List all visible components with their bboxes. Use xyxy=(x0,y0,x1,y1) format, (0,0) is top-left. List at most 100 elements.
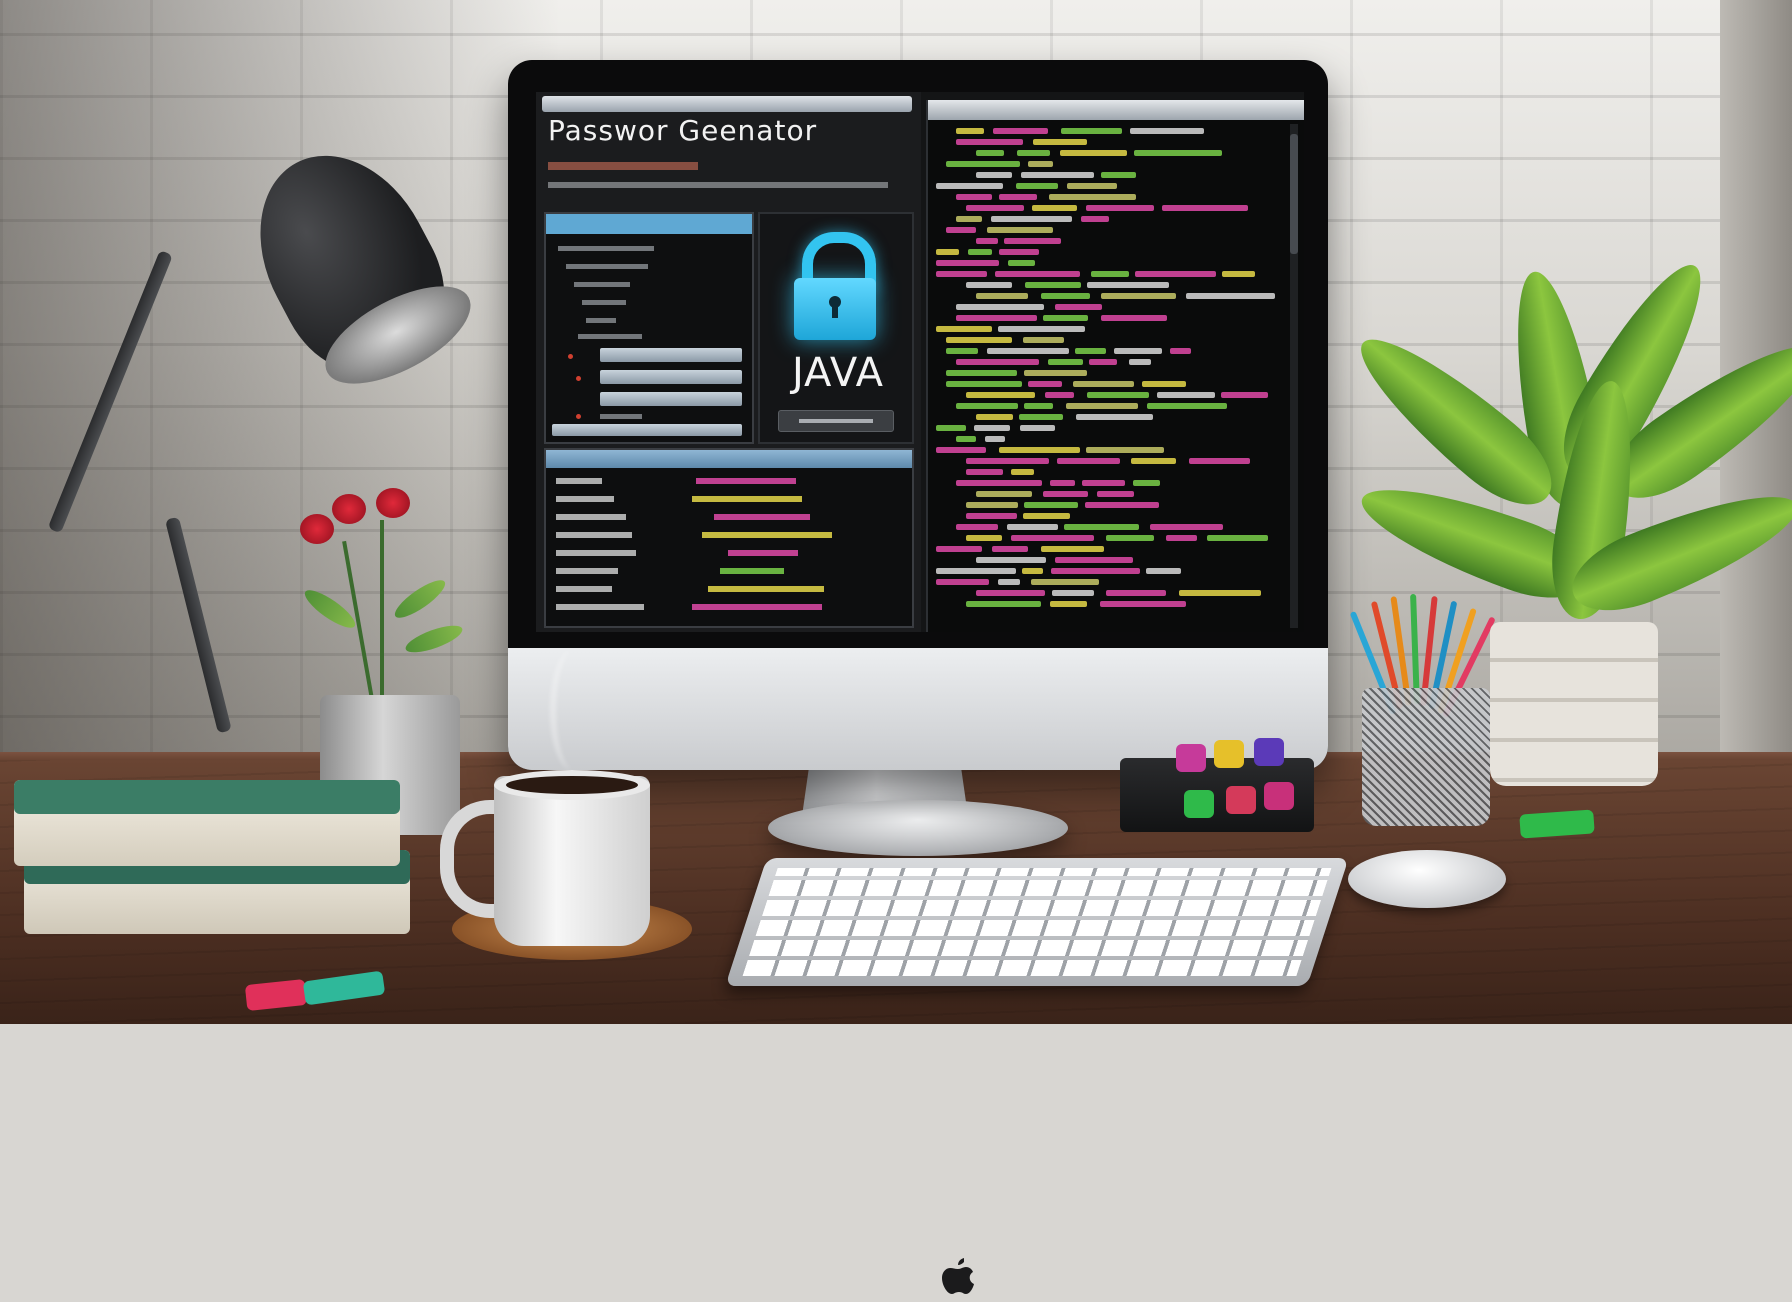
book xyxy=(14,780,400,866)
code-token xyxy=(976,238,998,244)
code-token xyxy=(946,348,978,354)
code-editor-window xyxy=(926,100,1304,632)
code-token xyxy=(1050,601,1087,607)
code-token xyxy=(1024,502,1078,508)
code-token xyxy=(1179,590,1261,596)
code-token xyxy=(936,260,999,266)
option-text xyxy=(574,282,630,287)
output-label xyxy=(556,586,612,592)
book-cover xyxy=(14,780,400,815)
code-token xyxy=(936,568,1016,574)
code-token xyxy=(956,139,1023,145)
code-token xyxy=(1089,359,1117,365)
code-token xyxy=(966,205,1024,211)
code-token xyxy=(936,249,959,255)
code-token xyxy=(1045,392,1074,398)
code-token xyxy=(1004,238,1061,244)
code-token xyxy=(1041,293,1090,299)
code-token xyxy=(1146,568,1181,574)
app-description-line xyxy=(548,182,888,188)
code-token xyxy=(1050,480,1075,486)
code-token xyxy=(966,469,1003,475)
code-token xyxy=(1101,172,1136,178)
coffee xyxy=(506,776,638,794)
code-token xyxy=(976,557,1046,563)
code-token xyxy=(1097,491,1134,497)
editor-scrollbar[interactable] xyxy=(1290,124,1298,628)
red-flower xyxy=(376,488,410,518)
code-token xyxy=(1091,271,1129,277)
code-token xyxy=(1048,359,1083,365)
editor-scroll-thumb[interactable] xyxy=(1290,134,1298,254)
binder-clip xyxy=(1519,809,1595,839)
code-token xyxy=(1106,535,1154,541)
code-token xyxy=(1023,337,1064,343)
code-token xyxy=(1067,183,1117,189)
option-text xyxy=(600,414,642,419)
output-value xyxy=(692,496,802,502)
code-token xyxy=(946,370,1017,376)
plant-pot xyxy=(1490,622,1658,786)
option-field[interactable] xyxy=(600,348,742,362)
code-token xyxy=(1147,403,1227,409)
code-token xyxy=(1032,205,1077,211)
code-token xyxy=(1061,128,1122,134)
output-value xyxy=(702,532,832,538)
code-token xyxy=(946,161,1020,167)
output-value xyxy=(696,478,796,484)
output-panel-header xyxy=(546,450,912,468)
code-token xyxy=(1041,546,1104,552)
option-bullet xyxy=(568,354,573,359)
code-token xyxy=(1023,513,1070,519)
output-label xyxy=(556,604,644,610)
code-token xyxy=(1086,447,1164,453)
option-field[interactable] xyxy=(552,424,742,436)
option-field[interactable] xyxy=(600,392,742,406)
keyboard-keys[interactable] xyxy=(742,868,1332,976)
mouse[interactable] xyxy=(1348,850,1506,908)
code-token xyxy=(976,150,1004,156)
code-token xyxy=(956,315,1037,321)
code-token xyxy=(1017,150,1050,156)
output-value xyxy=(714,514,810,520)
option-field[interactable] xyxy=(600,370,742,384)
code-token xyxy=(936,425,966,431)
code-token xyxy=(966,535,1002,541)
code-token xyxy=(946,337,1012,343)
code-token xyxy=(1011,469,1034,475)
code-token xyxy=(946,227,976,233)
lock-icon-body xyxy=(794,278,876,340)
code-token xyxy=(936,326,992,332)
coffee-steam xyxy=(550,650,596,770)
code-token xyxy=(1021,172,1094,178)
keyboard[interactable] xyxy=(725,858,1349,986)
code-token xyxy=(956,194,992,200)
generate-button[interactable] xyxy=(778,410,894,432)
code-area[interactable] xyxy=(936,128,1282,624)
code-token xyxy=(1064,524,1139,530)
code-token xyxy=(966,601,1041,607)
toy-cube xyxy=(1264,782,1294,810)
code-token xyxy=(956,216,982,222)
lock-panel: JAVA xyxy=(758,212,914,444)
toy-cube xyxy=(1214,740,1244,768)
option-text xyxy=(586,318,616,323)
app-title: Passwor Geenator xyxy=(548,114,818,147)
code-token xyxy=(993,128,1048,134)
code-token xyxy=(966,458,1049,464)
code-token xyxy=(1170,348,1191,354)
code-token xyxy=(976,293,1028,299)
code-token xyxy=(999,194,1037,200)
code-token xyxy=(1055,304,1102,310)
code-token xyxy=(966,513,1017,519)
code-token xyxy=(1157,392,1215,398)
code-token xyxy=(987,348,1069,354)
code-token xyxy=(1076,414,1153,420)
code-token xyxy=(1166,535,1197,541)
options-panel-header xyxy=(546,214,752,234)
app-subtitle-line xyxy=(548,162,698,170)
output-label xyxy=(556,532,632,538)
app-titlebar xyxy=(542,96,912,112)
code-token xyxy=(974,425,1010,431)
wall-shadow xyxy=(0,0,560,780)
